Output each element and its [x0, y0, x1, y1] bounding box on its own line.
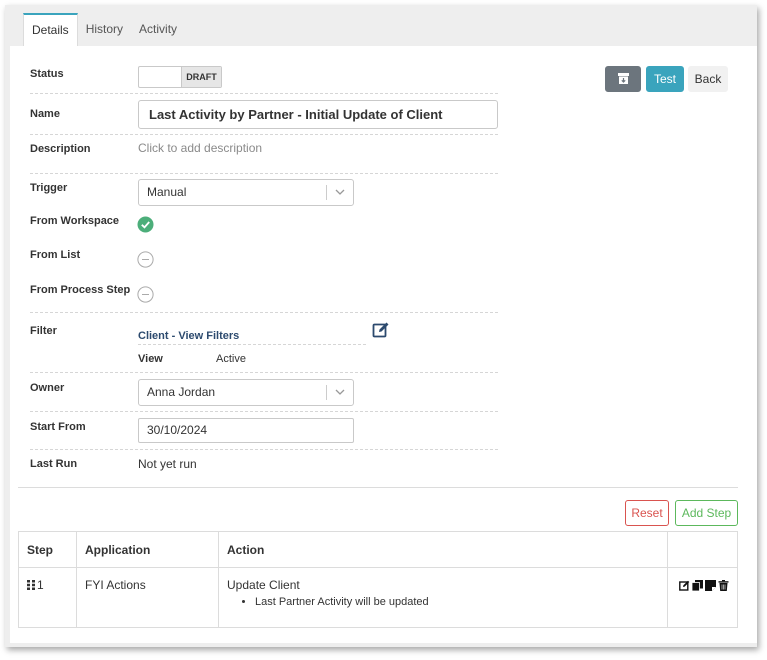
filter-link[interactable]: Client - View Filters: [138, 330, 239, 342]
action-detail-list: Last Partner Activity will be updated: [227, 596, 659, 608]
trigger-value: Manual: [147, 185, 187, 199]
column-header-application: Application: [76, 531, 219, 568]
archive-icon: [617, 73, 629, 84]
table-row: 1 FYI Actions Update Client Last Partner…: [18, 567, 738, 628]
row-actions-cell: [667, 567, 738, 628]
status-toggle[interactable]: DRAFT: [138, 66, 222, 88]
action-detail: Last Partner Activity will be updated: [255, 596, 659, 608]
divider: [138, 344, 366, 345]
copy-icon[interactable]: [692, 580, 703, 591]
divider: [30, 93, 498, 94]
name-label: Name: [30, 108, 60, 120]
divider: [30, 173, 498, 174]
divider: [326, 185, 327, 200]
back-button[interactable]: Back: [688, 66, 728, 92]
step-cell: 1: [18, 567, 77, 628]
owner-value: Anna Jordan: [147, 385, 216, 399]
details-panel: Status DRAFT Name Last Activity by Partn…: [10, 46, 757, 643]
filter-view-label: View: [138, 353, 163, 365]
description-field[interactable]: Click to add description: [138, 141, 262, 155]
trigger-label: Trigger: [30, 182, 68, 194]
trash-icon[interactable]: [718, 580, 729, 591]
section-divider: [18, 487, 738, 488]
action-title: Update Client: [227, 578, 300, 592]
filter-label: Filter: [30, 325, 57, 337]
start-from-label: Start From: [30, 421, 86, 433]
divider: [30, 411, 498, 412]
from-process-step-label: From Process Step: [30, 284, 131, 296]
sticky-note-icon[interactable]: [705, 580, 716, 591]
check-circle-icon[interactable]: [137, 216, 154, 233]
drag-handle-icon[interactable]: [27, 580, 35, 590]
divider: [30, 372, 498, 373]
divider: [30, 134, 498, 135]
divider: [326, 385, 327, 400]
test-button[interactable]: Test: [646, 66, 684, 92]
edit-icon[interactable]: [679, 580, 690, 591]
tab-details[interactable]: Details: [23, 13, 78, 46]
application-cell: FYI Actions: [76, 567, 219, 628]
description-label: Description: [30, 143, 91, 155]
status-label: Status: [30, 68, 64, 80]
filter-view-value: Active: [216, 353, 246, 365]
owner-label: Owner: [30, 382, 65, 394]
status-value: DRAFT: [181, 67, 221, 87]
edit-icon[interactable]: [372, 321, 390, 339]
column-header-step: Step: [18, 531, 77, 568]
tab-activity[interactable]: Activity: [131, 13, 185, 46]
column-header-actions: [667, 531, 738, 568]
reset-button[interactable]: Reset: [625, 500, 669, 526]
column-header-action: Action: [218, 531, 668, 568]
start-from-input[interactable]: 30/10/2024: [138, 418, 354, 443]
steps-table: Step Application Action 1 FYI Actions Up…: [18, 531, 738, 628]
tab-history[interactable]: History: [78, 13, 131, 46]
trigger-select[interactable]: Manual: [138, 179, 354, 206]
from-list-label: From List: [30, 249, 81, 261]
minus-circle-icon[interactable]: [137, 251, 154, 268]
owner-select[interactable]: Anna Jordan: [138, 379, 354, 406]
window: Details History Activity Status DRAFT Na…: [5, 5, 757, 647]
divider: [30, 312, 498, 313]
from-workspace-label: From Workspace: [30, 215, 120, 227]
last-run-value: Not yet run: [138, 457, 197, 471]
divider: [30, 449, 498, 450]
chevron-down-icon: [335, 189, 345, 195]
chevron-down-icon: [335, 389, 345, 395]
name-input[interactable]: Last Activity by Partner - Initial Updat…: [138, 100, 498, 129]
step-number: 1: [37, 578, 44, 592]
add-step-button[interactable]: Add Step: [675, 500, 738, 526]
tab-bar: Details History Activity: [23, 13, 185, 46]
action-cell: Update Client Last Partner Activity will…: [218, 567, 668, 628]
last-run-label: Last Run: [30, 458, 78, 470]
archive-button[interactable]: [605, 66, 641, 92]
minus-circle-icon[interactable]: [137, 286, 154, 303]
table-header-row: Step Application Action: [18, 531, 738, 568]
